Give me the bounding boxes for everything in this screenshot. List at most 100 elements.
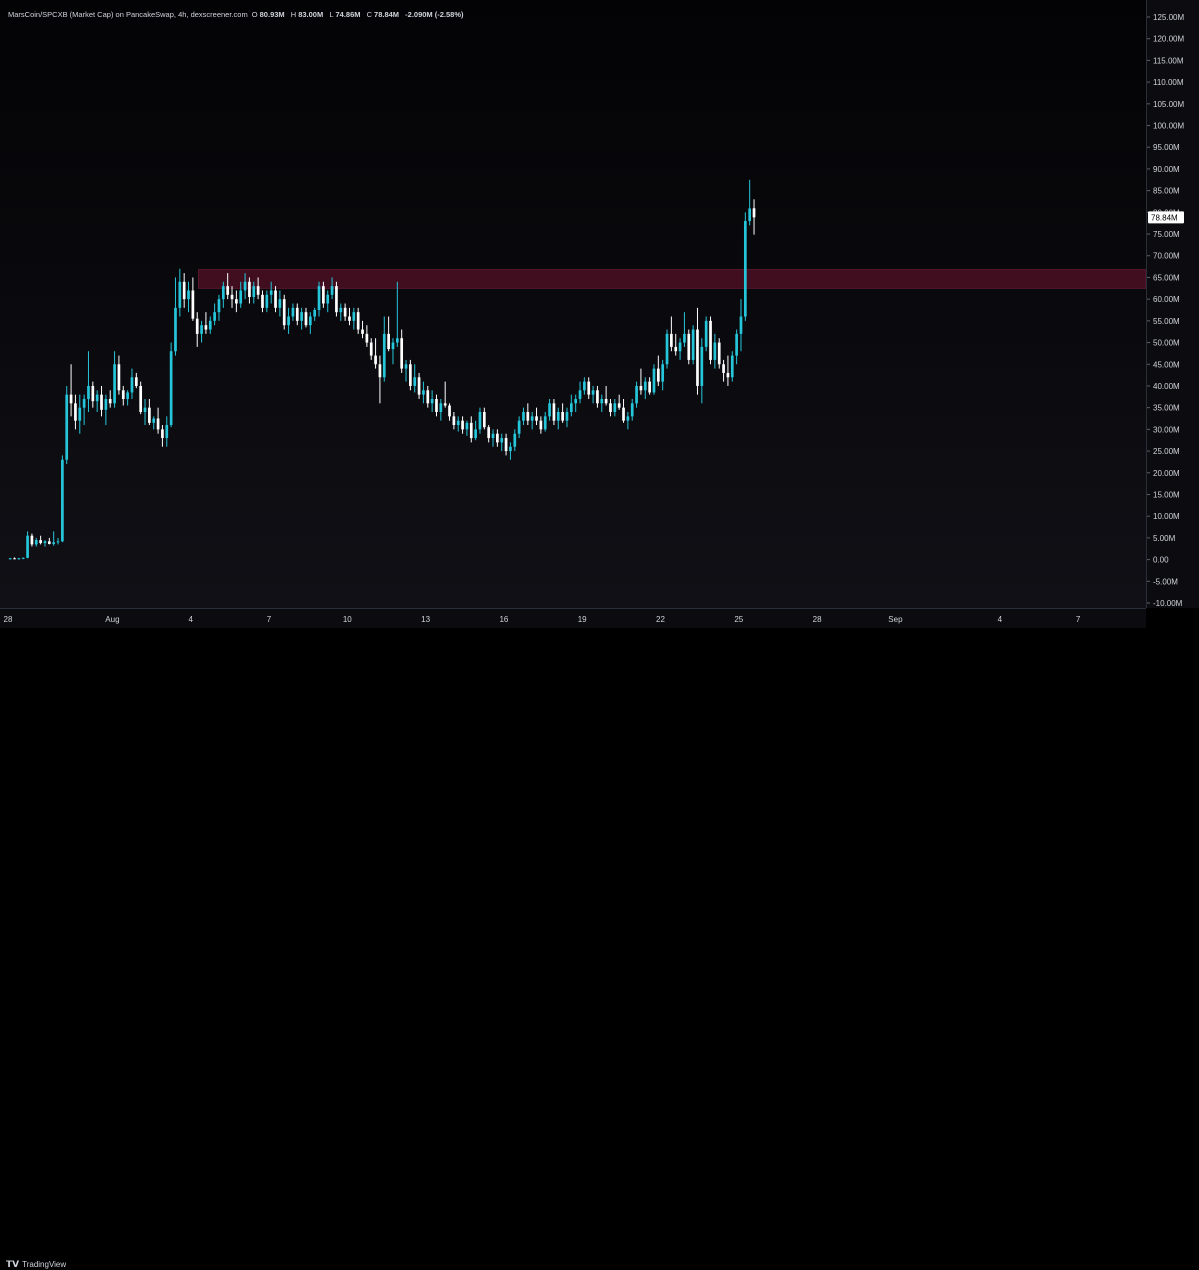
candle-body [422,390,425,395]
candle-body [165,425,169,439]
candle-body [639,385,643,391]
candle-body [243,281,247,291]
candle-body [217,299,221,313]
y-tick-label: 75.00M [1153,230,1180,239]
candle-body [287,316,290,326]
candle-body [156,418,160,430]
candle-body [226,286,230,295]
candle-body [313,310,317,317]
candlestick-plot[interactable] [0,0,1146,608]
candle [661,359,665,391]
candle-body [730,355,734,378]
candle [274,286,277,313]
candle-body [535,416,538,421]
candle [174,277,177,356]
candle-body [552,403,556,421]
candle [513,429,517,452]
candle-body [709,320,712,360]
candle [526,403,530,426]
candle [130,368,134,399]
candle [617,394,621,410]
time-axis[interactable]: 28 Aug 4 7 10 13 16 19 22 25 28 Sep 4 7 [0,608,1146,629]
candle [709,316,712,365]
x-tick-label: Sep [888,615,903,624]
candle-body [683,333,686,343]
candle-body [308,316,312,326]
candle [404,359,408,382]
candle-body [574,398,578,404]
candle [509,442,512,460]
candle-body [591,390,595,395]
candle [56,537,60,545]
legend-low: L 74.86M [329,10,361,19]
x-tick-label: Aug [105,615,119,624]
chart-area[interactable] [0,0,1146,608]
candle [683,312,686,347]
candle-body [482,412,486,428]
candle-body [34,540,38,545]
candle [30,533,34,547]
candle [387,316,390,352]
y-tick-label: 120.00M [1153,35,1184,44]
price-axis[interactable]: 125.00M 120.00M 115.00M 110.00M 105.00M 100.0… [1146,0,1199,608]
candle [417,372,421,399]
tradingview-brand: TradingView [22,1260,67,1269]
candle-body [269,290,273,295]
y-tick-label: 55.00M [1153,317,1180,326]
candle-body [565,412,569,421]
candle [47,537,51,545]
candle [121,385,125,406]
candle-body [691,329,695,360]
candle [752,199,756,235]
candle [400,329,404,373]
candle-body [661,364,665,382]
candle [735,329,738,365]
candle-body [748,208,752,222]
candle-body [578,390,582,399]
candle [496,429,499,447]
candle-body [295,307,299,321]
candle [126,390,129,406]
candle-body [443,403,447,406]
legend-open: O 80.93M [251,10,285,19]
candle-body [435,398,438,413]
candle-body [530,416,534,421]
candle-body [356,312,360,330]
candle [21,557,25,560]
candle-body [304,312,308,326]
tradingview-icon: 𝗧𝗩 [6,1259,20,1269]
candle-body [369,342,373,356]
candle [34,537,38,547]
candle-body [265,294,269,308]
candle-body [543,416,547,430]
candle-body [208,320,212,330]
candle [552,398,556,426]
candle [295,303,299,326]
candle-body [456,420,460,426]
y-tick-label: 5.00M [1153,534,1176,543]
candle [204,312,208,334]
candle [43,540,47,547]
candle [670,316,673,352]
candle [356,307,360,334]
candle-body [665,333,669,365]
candle-body [352,312,356,321]
y-tick-label: -10.00M [1153,599,1183,608]
candle [208,316,212,334]
candle-body [130,377,134,393]
candle-body [200,325,203,334]
tradingview-logo[interactable]: 𝗧𝗩 TradingView [6,1259,66,1270]
candle [117,355,121,395]
candle-body [752,208,756,218]
candle-body [617,403,621,408]
candle [134,372,138,389]
candle [696,307,699,395]
candle [91,381,95,408]
candle [665,329,669,369]
candle-body [95,394,99,402]
candle [569,394,573,417]
legend-title: MarsCoin/SPCXB (Market Cap) on PancakeSw… [8,10,248,19]
candle [304,307,308,328]
candle [556,407,560,430]
candle-body [522,412,525,421]
